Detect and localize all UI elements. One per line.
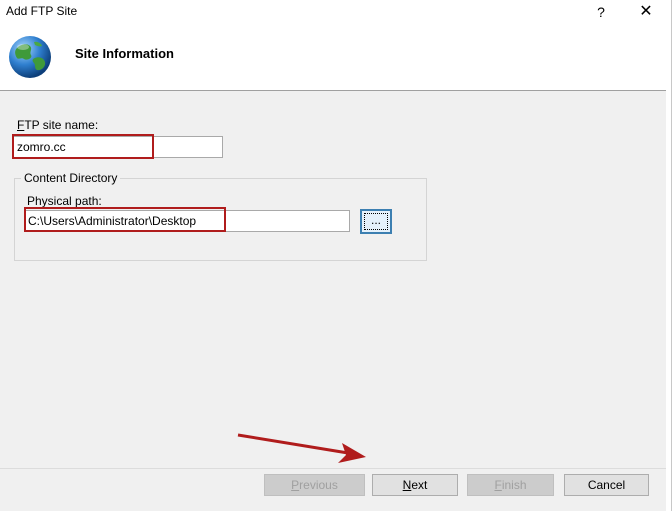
finish-rest: inish — [501, 478, 527, 492]
physical-path-input[interactable]: C:\Users\Administrator\Desktop — [24, 210, 350, 232]
window-right-edge — [666, 0, 671, 511]
site-name-input[interactable]: zomro.cc — [13, 136, 223, 158]
globe-icon — [9, 36, 51, 78]
red-arrow-annotation — [237, 433, 366, 463]
previous-button[interactable]: Previous — [264, 474, 365, 496]
previous-accel: P — [291, 478, 300, 492]
close-button[interactable]: ✕ — [634, 2, 658, 22]
next-rest: ext — [411, 478, 428, 492]
wizard-banner: Site Information — [0, 24, 666, 91]
content-directory-caption: Content Directory — [21, 171, 121, 185]
title-bar: Add FTP Site ? ✕ — [0, 0, 666, 24]
browse-button-label: ... — [370, 213, 381, 227]
banner-title: Site Information — [75, 46, 174, 61]
site-name-label: FTP site name: — [17, 118, 98, 132]
previous-rest: revious — [299, 478, 338, 492]
physical-path-label: Physical path: — [27, 194, 102, 208]
add-ftp-site-dialog: Add FTP Site ? ✕ Site Information FTP si… — [0, 0, 672, 511]
cancel-button[interactable]: Cancel — [564, 474, 649, 496]
finish-accel: F — [494, 478, 502, 492]
window-title: Add FTP Site — [6, 4, 78, 18]
footer-divider — [0, 468, 666, 469]
site-name-label-rest: TP site name: — [24, 118, 99, 132]
help-button[interactable]: ? — [589, 2, 613, 22]
next-button[interactable]: Next — [372, 474, 458, 496]
finish-button[interactable]: Finish — [467, 474, 554, 496]
browse-button[interactable]: ... — [360, 209, 392, 234]
